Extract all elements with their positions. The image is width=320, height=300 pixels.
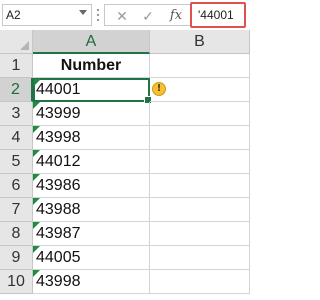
cell-value: 44001 [36, 81, 81, 98]
error-indicator-icon [33, 222, 40, 229]
select-all-icon [20, 41, 29, 50]
table-row: 3 43999 [0, 102, 250, 126]
table-row: 9 44005 [0, 246, 250, 270]
name-box-value: A2 [6, 8, 21, 22]
row-header[interactable]: 7 [0, 198, 33, 222]
error-indicator-icon [33, 246, 40, 253]
cell-a2[interactable]: 44001 [33, 78, 152, 104]
column-header-a[interactable]: A [33, 30, 150, 54]
table-row: 4 43998 [0, 126, 250, 150]
cell-b7[interactable] [150, 198, 250, 222]
column-header-b[interactable]: B [150, 30, 250, 54]
row-header[interactable]: 6 [0, 174, 33, 198]
error-indicator-icon [33, 198, 40, 205]
cell-b6[interactable] [150, 174, 250, 198]
cell-value: 43998 [36, 129, 81, 146]
cell-a3[interactable]: 43999 [33, 102, 150, 126]
error-indicator-icon [34, 79, 41, 86]
formula-input[interactable]: '44001 [190, 2, 246, 28]
row-header[interactable]: 10 [0, 270, 33, 294]
error-indicator-icon [33, 102, 40, 109]
more-options-icon[interactable] [96, 9, 100, 23]
table-row: 5 44012 [0, 150, 250, 174]
row-header[interactable]: 1 [0, 54, 33, 78]
cell-b4[interactable] [150, 126, 250, 150]
formula-bar: A2 ✕ ✓ fx '44001 [0, 0, 250, 30]
cell-a10[interactable]: 43998 [33, 270, 150, 294]
error-indicator-icon [33, 150, 40, 157]
cell-value: 43987 [36, 225, 81, 242]
cell-value: 43988 [36, 201, 81, 218]
error-indicator-icon [33, 174, 40, 181]
row-header[interactable]: 4 [0, 126, 33, 150]
cell-a9[interactable]: 44005 [33, 246, 150, 270]
cell-b1[interactable] [150, 54, 250, 78]
error-indicator-icon [33, 126, 40, 133]
select-all-button[interactable] [0, 30, 33, 54]
cell-value: 43998 [36, 273, 81, 290]
warning-icon[interactable]: ! [152, 82, 166, 96]
cell-a6[interactable]: 43986 [33, 174, 150, 198]
enter-icon[interactable]: ✓ [135, 6, 161, 26]
table-row: 2 44001 ! [0, 78, 250, 104]
cell-b3[interactable] [150, 102, 250, 126]
name-box[interactable]: A2 [2, 4, 92, 26]
table-row: 10 43998 [0, 270, 250, 294]
rows: 1 Number 2 44001 ! 3 43999 4 43998 5 440… [0, 54, 250, 294]
table-row: 6 43986 [0, 174, 250, 198]
formula-buttons: ✕ ✓ fx [104, 4, 192, 26]
cell-b10[interactable] [150, 270, 250, 294]
row-header[interactable]: 9 [0, 246, 33, 270]
table-row: 8 43987 [0, 222, 250, 246]
row-header[interactable]: 3 [0, 102, 33, 126]
row-header[interactable]: 8 [0, 222, 33, 246]
cell-a5[interactable]: 44012 [33, 150, 150, 174]
cell-b8[interactable] [150, 222, 250, 246]
insert-function-icon[interactable]: fx [163, 6, 189, 26]
cell-value: 44005 [36, 249, 81, 266]
row-header[interactable]: 2 [0, 78, 33, 102]
cell-a7[interactable]: 43988 [33, 198, 150, 222]
cell-value: 43986 [36, 177, 81, 194]
cell-value: 43999 [36, 105, 81, 122]
cell-value: 44012 [36, 153, 81, 170]
table-row: 1 Number [0, 54, 250, 78]
table-row: 7 43988 [0, 198, 250, 222]
spreadsheet-grid: A B 1 Number 2 44001 ! 3 43999 4 43998 5… [0, 30, 250, 300]
cell-a4[interactable]: 43998 [33, 126, 150, 150]
cell-b9[interactable] [150, 246, 250, 270]
error-indicator-icon [33, 270, 40, 277]
cell-a8[interactable]: 43987 [33, 222, 150, 246]
cell-a1[interactable]: Number [33, 54, 150, 78]
cancel-icon[interactable]: ✕ [109, 6, 135, 26]
chevron-down-icon[interactable] [79, 10, 87, 15]
cell-b5[interactable] [150, 150, 250, 174]
row-header[interactable]: 5 [0, 150, 33, 174]
